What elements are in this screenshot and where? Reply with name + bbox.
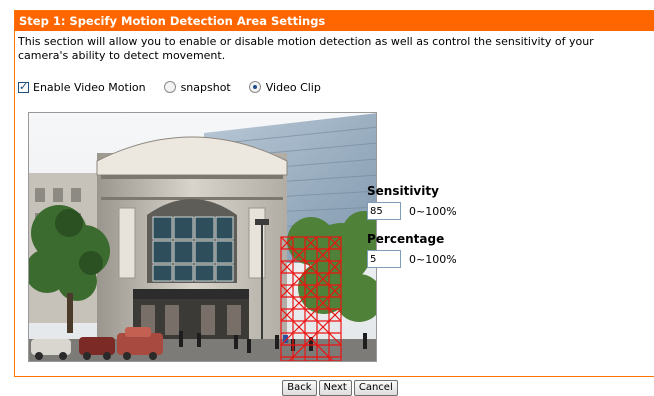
enable-video-motion-label: Enable Video Motion — [33, 80, 146, 94]
camera-preview-image[interactable] — [28, 112, 377, 362]
percentage-input[interactable] — [367, 250, 401, 268]
section-header: Step 1: Specify Motion Detection Area Se… — [15, 11, 654, 31]
cancel-button[interactable]: Cancel — [353, 380, 398, 396]
video-clip-radio[interactable] — [248, 81, 261, 93]
snapshot-radio[interactable] — [163, 81, 176, 93]
back-button[interactable]: Back — [282, 380, 317, 396]
enable-video-motion-checkbox[interactable]: ✓ — [18, 79, 29, 93]
section-description: This section will allow you to enable or… — [18, 35, 594, 62]
snapshot-label: snapshot — [180, 80, 231, 94]
next-button[interactable]: Next — [318, 380, 352, 396]
video-clip-label: Video Clip — [265, 80, 321, 94]
camera-scene-graphic — [29, 113, 376, 361]
sensitivity-range: 0~100% — [409, 204, 457, 218]
wizard-buttons: Back Next Cancel — [0, 380, 654, 396]
percentage-row: 0~100% — [367, 248, 457, 270]
video-clip-option[interactable]: Video Clip — [248, 80, 321, 94]
checkmark-icon: ✓ — [19, 79, 29, 93]
sensitivity-input[interactable] — [367, 202, 401, 220]
percentage-range: 0~100% — [409, 252, 457, 266]
radio-selected-dot — [252, 85, 257, 89]
sensitivity-label: Sensitivity — [367, 184, 439, 198]
enable-video-motion-option[interactable]: ✓ Enable Video Motion — [18, 79, 146, 94]
percentage-label: Percentage — [367, 232, 445, 246]
snapshot-option[interactable]: snapshot — [163, 80, 231, 94]
sensitivity-row: 0~100% — [367, 200, 457, 222]
sensitivity-controls: Sensitivity 0~100% Percentage 0~100% — [367, 182, 457, 278]
settings-panel: Step 1: Specify Motion Detection Area Se… — [14, 10, 654, 377]
motion-options: ✓ Enable Video Motion snapshot Video Cli… — [18, 79, 339, 95]
